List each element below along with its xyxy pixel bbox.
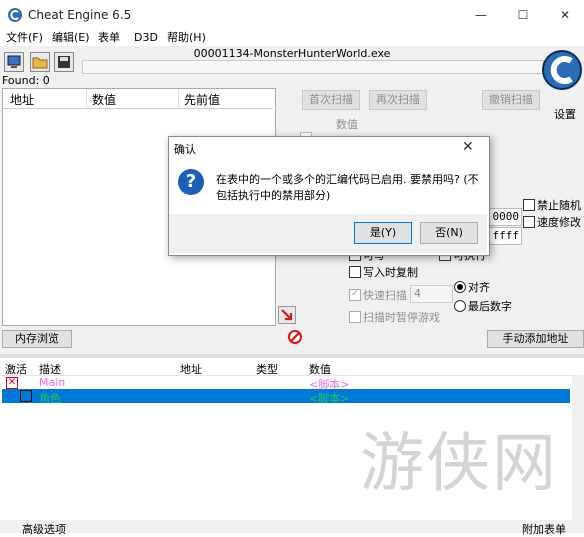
last-digits-label: 最后数字 xyxy=(468,300,512,313)
table-header-divider xyxy=(0,375,572,376)
copy-on-write-checkbox[interactable] xyxy=(349,266,361,278)
menu-d3d[interactable]: D3D xyxy=(134,30,158,46)
advanced-options-button[interactable]: 高级选项 xyxy=(22,521,66,537)
process-name: 00001134-MonsterHunterWorld.exe xyxy=(193,47,391,60)
column-divider xyxy=(86,89,87,107)
value-label: 数值 xyxy=(336,118,358,131)
results-header-previous[interactable]: 先前值 xyxy=(184,91,220,108)
menu-file[interactable]: 文件(F) xyxy=(6,30,43,46)
maximize-button[interactable]: ☐ xyxy=(508,5,538,25)
menu-table[interactable]: 表单 xyxy=(98,30,120,46)
results-header-value[interactable]: 数值 xyxy=(92,91,116,108)
question-icon: ? xyxy=(178,169,204,195)
start-address-field[interactable]: 0000 xyxy=(486,208,522,226)
fast-scan-label: 快速扫描 xyxy=(363,289,407,302)
no-button[interactable]: 否(N) xyxy=(420,222,478,244)
table-row-description[interactable]: 角色 xyxy=(39,390,61,406)
scan-progress-bar xyxy=(82,60,544,74)
memory-view-button[interactable]: 内存浏览 xyxy=(2,330,72,348)
table-row-selected[interactable] xyxy=(2,389,570,403)
minimize-button[interactable]: — xyxy=(466,5,496,25)
undo-scan-button[interactable]: 撤销扫描 xyxy=(482,90,540,110)
menu-help[interactable]: 帮助(H) xyxy=(167,30,206,46)
status-bar xyxy=(0,520,584,533)
cheat-engine-icon xyxy=(8,8,22,22)
dialog-message: 在表中的一个或多个的汇编代码已启用. 要禁用吗? (不包括执行中的禁用部分) xyxy=(216,173,479,202)
align-label: 对齐 xyxy=(468,281,490,294)
column-divider xyxy=(178,89,179,107)
copy-on-write-label: 写入时复制 xyxy=(363,266,418,279)
last-digits-radio[interactable] xyxy=(454,300,466,312)
align-radio[interactable] xyxy=(454,281,466,293)
disable-random-checkbox[interactable] xyxy=(523,199,535,211)
first-scan-button[interactable]: 首次扫描 xyxy=(302,90,360,110)
fast-scan-checkbox[interactable]: ✓ xyxy=(349,289,361,301)
settings-label[interactable]: 设置 xyxy=(554,106,576,122)
found-count: Found: 0 xyxy=(2,74,50,87)
red-arrow-icon xyxy=(281,309,293,321)
fast-scan-alignment-field[interactable]: 4 xyxy=(410,285,453,303)
yes-button[interactable]: 是(Y) xyxy=(354,222,412,244)
pause-game-label: 扫描时暂停游戏 xyxy=(363,311,440,324)
next-scan-button[interactable]: 再次扫描 xyxy=(369,90,427,110)
speedhack-checkbox[interactable] xyxy=(523,216,535,228)
pause-game-checkbox[interactable] xyxy=(349,311,361,323)
table-row-description[interactable]: Main xyxy=(39,376,65,389)
vertical-scrollbar[interactable] xyxy=(572,375,584,520)
table-row-active-checkbox[interactable] xyxy=(20,390,32,402)
stop-address-field[interactable]: ffff xyxy=(486,227,522,245)
close-button[interactable]: ✕ xyxy=(550,5,580,25)
watermark: 游侠网 xyxy=(360,427,558,501)
dialog-title: 确认 xyxy=(174,143,196,156)
table-row-value[interactable]: <脚本> xyxy=(309,390,349,406)
results-header-address[interactable]: 地址 xyxy=(10,91,34,108)
table-extras-button[interactable]: 附加表单 xyxy=(522,521,566,537)
disable-random-label: 禁止随机 xyxy=(537,199,581,212)
add-address-manually-button[interactable]: 手动添加地址 xyxy=(487,330,584,348)
speedhack-label: 速度修改 xyxy=(537,216,581,229)
cheat-engine-logo-icon[interactable] xyxy=(541,48,583,94)
table-row-active-checkbox[interactable]: ✕ xyxy=(6,377,18,389)
stop-icon[interactable] xyxy=(288,330,302,344)
menu-edit[interactable]: 编辑(E) xyxy=(52,30,90,46)
results-header xyxy=(3,89,273,109)
add-to-list-button[interactable] xyxy=(278,306,296,324)
window-title: Cheat Engine 6.5 xyxy=(28,8,132,22)
dialog-close-icon[interactable]: ✕ xyxy=(462,139,474,155)
